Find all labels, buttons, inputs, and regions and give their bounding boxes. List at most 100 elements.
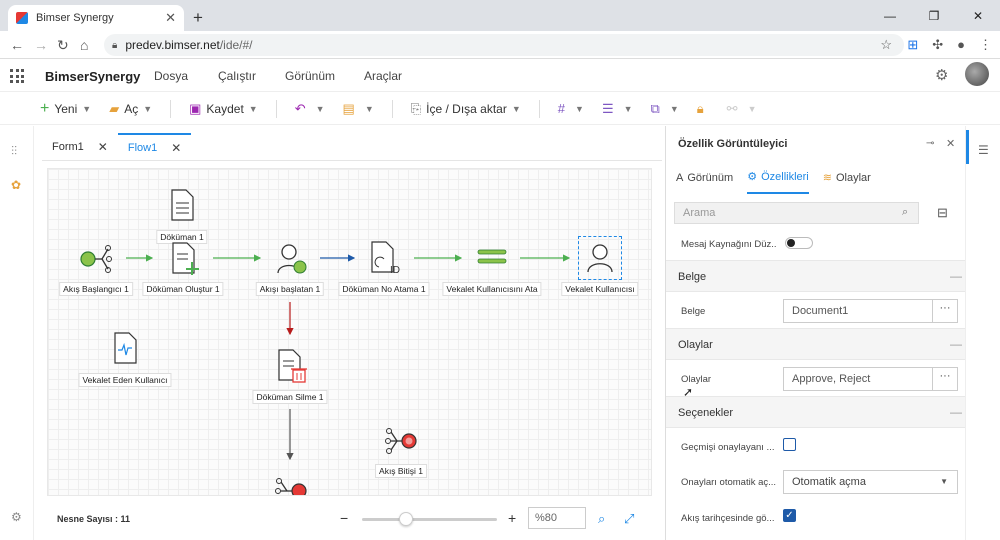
browser-tab-title: Bimser Synergy: [36, 12, 114, 24]
profile-icon[interactable]: ●: [957, 37, 965, 53]
flow-node-document[interactable]: [169, 189, 195, 221]
tab-form1-label: Form1: [52, 141, 84, 153]
clipboard-icon: ▤: [342, 100, 355, 116]
align-icon: ☰: [601, 100, 614, 116]
property-search-input[interactable]: Arama: [674, 202, 919, 224]
zoom-slider-thumb[interactable]: [399, 512, 413, 526]
toolbar-divider: [275, 99, 277, 118]
belge-browse-button[interactable]: ···: [932, 300, 957, 322]
flow-node-flow-end[interactable]: [384, 425, 418, 457]
arrange-button[interactable]: ⧉ ▼: [651, 101, 679, 117]
menu-dosya[interactable]: Dosya: [154, 69, 188, 83]
tab-ozellikleri[interactable]: ⚙ Özellikleri: [747, 170, 809, 194]
zoom-slider-track[interactable]: [362, 518, 497, 521]
menu-gorunum[interactable]: Görünüm: [285, 69, 335, 83]
menu-araclar[interactable]: Araçlar: [364, 69, 402, 83]
flow-node-delegating-user[interactable]: [112, 332, 138, 364]
flow-end-icon: [275, 478, 307, 495]
flow-canvas[interactable]: Akış Başlangıcı 1 Döküman 1 Döküman Oluş…: [47, 168, 652, 496]
bookmark-star-icon[interactable]: ☆: [880, 37, 892, 53]
auto-open-select[interactable]: Otomatik açma ▼: [783, 470, 958, 494]
collapse-icon[interactable]: —: [950, 405, 962, 419]
user-avatar[interactable]: [965, 62, 989, 86]
browser-tab-bar: Bimser Synergy ✕ + — ❐ ✕: [0, 0, 1000, 31]
user-start-icon: [277, 244, 307, 274]
flow-node-delete-document-label: Döküman Silme 1: [252, 390, 328, 404]
new-tab-button[interactable]: +: [193, 8, 203, 28]
main-toolbar: + Yeni ▼ ▰ Aç ▼ ▣ Kaydet ▼ ↶ ▼ ▤ ▼ ⎘ İçe / Dışa a…: [0, 93, 1000, 125]
close-icon[interactable]: ✕: [98, 140, 108, 154]
flow-node-start[interactable]: [78, 243, 112, 275]
tab-olaylar[interactable]: ≋ Olaylar: [823, 170, 871, 194]
properties-list-icon[interactable]: ☰: [978, 143, 989, 157]
close-window-icon[interactable]: ✕: [956, 0, 1000, 31]
home-icon[interactable]: ⌂: [80, 37, 88, 53]
section-belge[interactable]: Belge —: [666, 260, 966, 292]
settings-sliders-icon[interactable]: ⚙: [11, 510, 22, 524]
flow-node-create-document[interactable]: [170, 242, 200, 276]
lock-button[interactable]: 🔒︎: [697, 101, 709, 117]
flow-node-delete-document[interactable]: [276, 349, 308, 383]
close-icon[interactable]: ✕: [946, 137, 955, 150]
fit-to-screen-icon[interactable]: ⤢: [624, 511, 634, 527]
zoom-out-button[interactable]: −: [340, 510, 348, 526]
belge-field[interactable]: Document1 ···: [783, 299, 958, 323]
section-olaylar[interactable]: Olaylar —: [666, 328, 966, 360]
back-icon[interactable]: ←: [10, 37, 24, 53]
url-field[interactable]: 🔒︎ predev.bimser.net/ide/#/ ☆: [104, 34, 904, 56]
app-launcher-icon[interactable]: [10, 69, 24, 83]
plugin-icon[interactable]: ✿: [11, 178, 21, 192]
document-icon: [171, 189, 194, 221]
tab-flow1[interactable]: Flow1 ✕: [117, 133, 192, 161]
menu-calistir[interactable]: Çalıştır: [218, 69, 256, 83]
hierarchy-button[interactable]: ⚯ ▼: [727, 101, 757, 117]
flow-node-end-partial[interactable]: [274, 475, 308, 495]
settings-gear-icon[interactable]: ⚙: [935, 66, 948, 84]
extensions-icon[interactable]: ✣: [932, 37, 943, 53]
more-menu-icon[interactable]: ⋮: [979, 37, 992, 53]
open-button[interactable]: ▰ Aç ▼: [109, 101, 152, 117]
clipboard-button[interactable]: ▤ ▼: [343, 101, 374, 117]
panel-title: Özellik Görüntüleyici: [678, 138, 788, 150]
tab-form1[interactable]: Form1 ✕: [42, 133, 118, 161]
extension-icons: ⊞ ✣ ● ⋮: [907, 37, 992, 53]
zoom-in-button[interactable]: +: [508, 510, 516, 526]
flow-node-set-delegate[interactable]: [476, 247, 508, 267]
zoom-search-icon[interactable]: ⌕: [598, 511, 605, 527]
minimize-icon[interactable]: —: [868, 0, 912, 31]
tab-gorunum[interactable]: A Görünüm: [676, 170, 733, 194]
message-source-toggle[interactable]: [785, 237, 813, 249]
flow-node-delegate-user[interactable]: [578, 236, 622, 280]
undo-button[interactable]: ↶ ▼: [295, 101, 325, 117]
forward-icon[interactable]: →: [34, 37, 48, 53]
flow-history-checkbox[interactable]: ✓: [783, 509, 796, 522]
connector-lines: [126, 254, 571, 461]
flow-node-document-number[interactable]: ID: [369, 241, 403, 277]
collapse-icon[interactable]: —: [950, 269, 962, 283]
toolbox-icon[interactable]: ⫶⫶: [11, 144, 17, 159]
brand-name: BimserSynergy: [45, 69, 141, 84]
browser-tab[interactable]: Bimser Synergy ✕: [8, 5, 184, 31]
align-button[interactable]: ☰ ▼: [602, 101, 633, 117]
pin-icon[interactable]: ⊸: [926, 138, 934, 149]
olaylar-browse-button[interactable]: ···: [932, 368, 957, 390]
search-icon[interactable]: ⌕: [902, 206, 908, 219]
grid-button[interactable]: # ▼: [558, 101, 584, 116]
history-approver-checkbox[interactable]: [783, 438, 796, 451]
flow-node-flow-starter[interactable]: [276, 242, 308, 276]
close-icon[interactable]: ✕: [171, 141, 181, 155]
close-tab-icon[interactable]: ✕: [165, 10, 176, 26]
import-export-button[interactable]: ⎘ İçe / Dışa aktar ▼: [411, 101, 521, 117]
translate-icon[interactable]: ⊞: [907, 37, 918, 53]
zoom-level-field[interactable]: %80: [528, 507, 586, 529]
reload-icon[interactable]: ↻: [57, 37, 69, 54]
flow-node-flow-starter-label: Akışı başlatan 1: [255, 282, 325, 296]
panel-layout-icon[interactable]: ⊟: [937, 205, 948, 221]
collapse-icon[interactable]: —: [950, 337, 962, 351]
olaylar-field[interactable]: Approve, Reject ···: [783, 367, 958, 391]
new-button[interactable]: + Yeni ▼: [40, 100, 91, 118]
section-secenekler[interactable]: Seçenekler —: [666, 396, 966, 428]
save-button[interactable]: ▣ Kaydet ▼: [189, 101, 258, 117]
document-pulse-icon: [114, 332, 137, 364]
restore-icon[interactable]: ❐: [912, 0, 956, 31]
